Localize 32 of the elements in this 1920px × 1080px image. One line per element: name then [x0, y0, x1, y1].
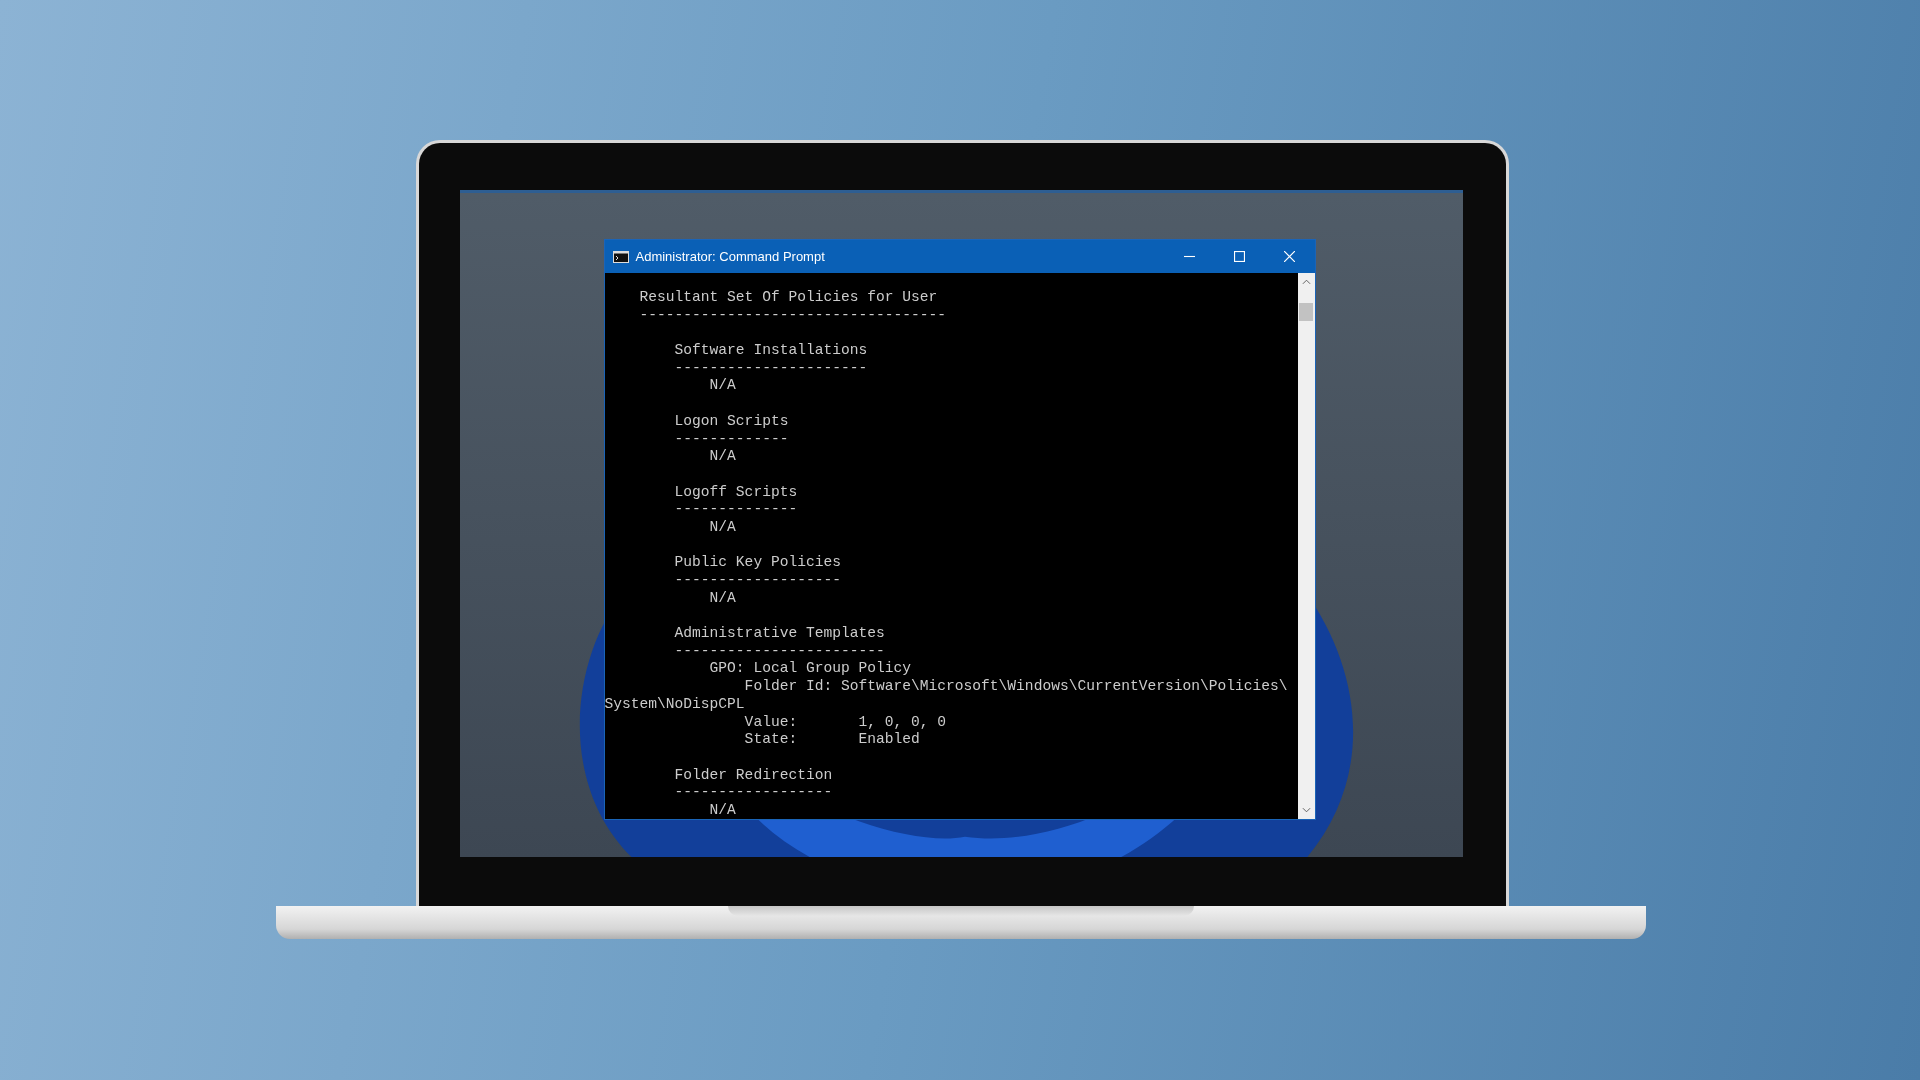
close-icon	[1284, 251, 1295, 262]
console-line: --------------	[673, 501, 799, 519]
scrollbar-thumb[interactable]	[1299, 303, 1313, 321]
console-line: ------------------------	[673, 642, 886, 661]
console-line: Public Key Policies	[673, 554, 842, 572]
console-line: ------------------	[673, 784, 834, 802]
scroll-down-icon[interactable]	[1301, 807, 1311, 813]
console-line: N/A	[708, 518, 737, 537]
console-line: Folder Id: Software\Microsoft\Windows\CurrentVersion\Policies\	[743, 678, 1289, 696]
console-line: System\NoDispCPL	[604, 695, 746, 714]
console-line: ----------------------	[673, 359, 869, 378]
window-title: Administrator: Command Prompt	[635, 249, 826, 264]
console-line: Value: 1, 0, 0, 0	[743, 713, 948, 732]
console-line: N/A	[708, 589, 737, 608]
console-line: N/A	[708, 377, 737, 396]
console-line: Folder Redirection	[673, 766, 834, 785]
console-line: -------------------	[673, 572, 842, 590]
scroll-up-icon[interactable]	[1301, 279, 1311, 285]
console-icon	[612, 250, 629, 263]
console-line: N/A	[708, 801, 737, 819]
console-line: GPO: Local Group Policy	[708, 660, 913, 679]
console-line: State: Enabled	[743, 731, 921, 749]
console-line: N/A	[708, 448, 737, 466]
console-line: Logoff Scripts	[673, 483, 799, 502]
console-line: -----------------------------------	[638, 306, 948, 325]
console-line: Logon Scripts	[673, 412, 790, 431]
console-line: -------------	[673, 430, 790, 449]
scrollbar[interactable]	[1297, 273, 1315, 819]
console-line: Software Installations	[673, 342, 869, 360]
console-line: Administrative Templates	[673, 625, 886, 643]
maximize-icon	[1234, 251, 1245, 262]
console-line: Resultant Set Of Policies for User	[638, 289, 939, 307]
